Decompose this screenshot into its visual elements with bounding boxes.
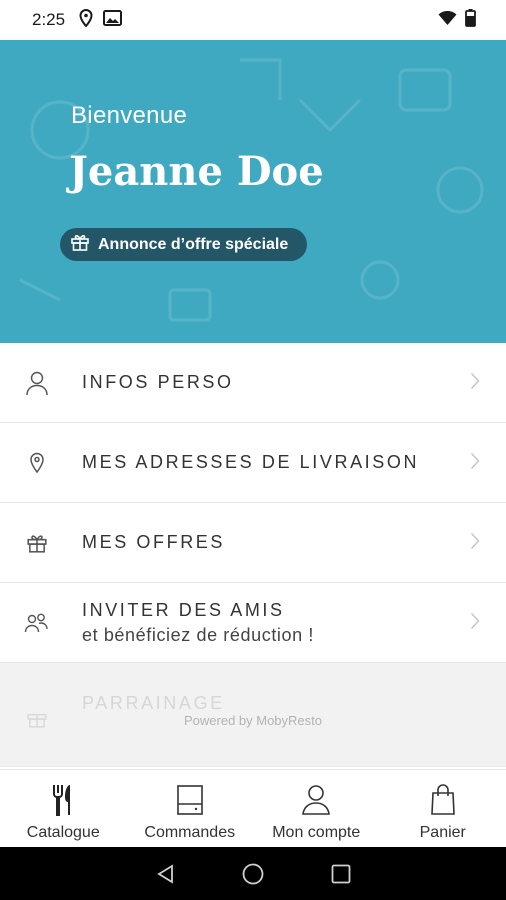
user-name: Jeanne Doe [69,148,324,195]
chevron-right-icon [470,612,480,634]
menu-item-infos-perso[interactable]: INFOS PERSO [0,343,506,423]
location-icon [79,8,93,31]
special-offer-label: Annonce d’offre spéciale [98,235,289,253]
wifi-icon [438,10,457,30]
menu-item-label: PARRAINAGE [82,693,225,713]
menu-item-label: INVITER DES AMIS [82,599,285,620]
photo-icon [103,10,123,30]
menu-item-parrainage[interactable]: PARRAINAGE Powered by MobyResto [0,663,506,767]
tab-catalogue[interactable]: Catalogue [0,770,127,848]
welcome-text: Bienvenue [71,102,188,129]
menu-item-inviter-amis[interactable]: INVITER DES AMIS et bénéficiez de réduct… [0,583,506,663]
back-icon[interactable] [154,863,176,885]
menu-item-label: MES OFFRES [82,532,226,552]
user-icon [24,370,50,396]
cutlery-icon [51,784,75,820]
status-time: 2:25 [32,10,66,29]
profile-header: Bienvenue Jeanne Doe Annonce d’offre spé… [0,40,506,343]
menu-item-label: INFOS PERSO [82,372,234,392]
gift-icon [24,530,50,556]
bottom-tab-bar: Catalogue Commandes Mon compte Panier [0,769,506,848]
bag-icon [430,784,456,820]
tab-commandes[interactable]: Commandes [127,770,254,848]
tab-panier[interactable]: Panier [380,770,506,848]
tab-mon-compte[interactable]: Mon compte [253,770,380,848]
chevron-right-icon [470,452,480,474]
account-icon [301,784,331,820]
menu-item-offres[interactable]: MES OFFRES [0,503,506,583]
menu-item-adresses[interactable]: MES ADRESSES DE LIVRAISON [0,423,506,503]
menu-item-label: MES ADRESSES DE LIVRAISON [82,452,420,472]
recents-icon[interactable] [330,863,352,885]
powered-by-text: Powered by MobyResto [183,713,322,728]
tab-label: Commandes [144,824,236,841]
receipt-icon [176,784,204,820]
battery-icon [465,9,476,31]
home-icon[interactable] [242,863,264,885]
system-nav-bar [0,847,506,900]
menu-item-sublabel: et bénéficiez de réduction ! [82,624,314,645]
tab-label: Catalogue [26,824,100,841]
gift-icon [70,232,90,257]
location-pin-icon [24,450,50,476]
tab-label: Panier [419,824,466,841]
account-menu: INFOS PERSO MES ADRESSES DE LIVRAISON ME… [0,343,506,767]
chevron-right-icon [470,372,480,394]
users-icon [24,610,50,636]
chevron-right-icon [470,532,480,554]
status-bar: 2:25 [0,0,506,40]
tab-label: Mon compte [272,824,361,841]
special-offer-button[interactable]: Annonce d’offre spéciale [60,228,308,261]
